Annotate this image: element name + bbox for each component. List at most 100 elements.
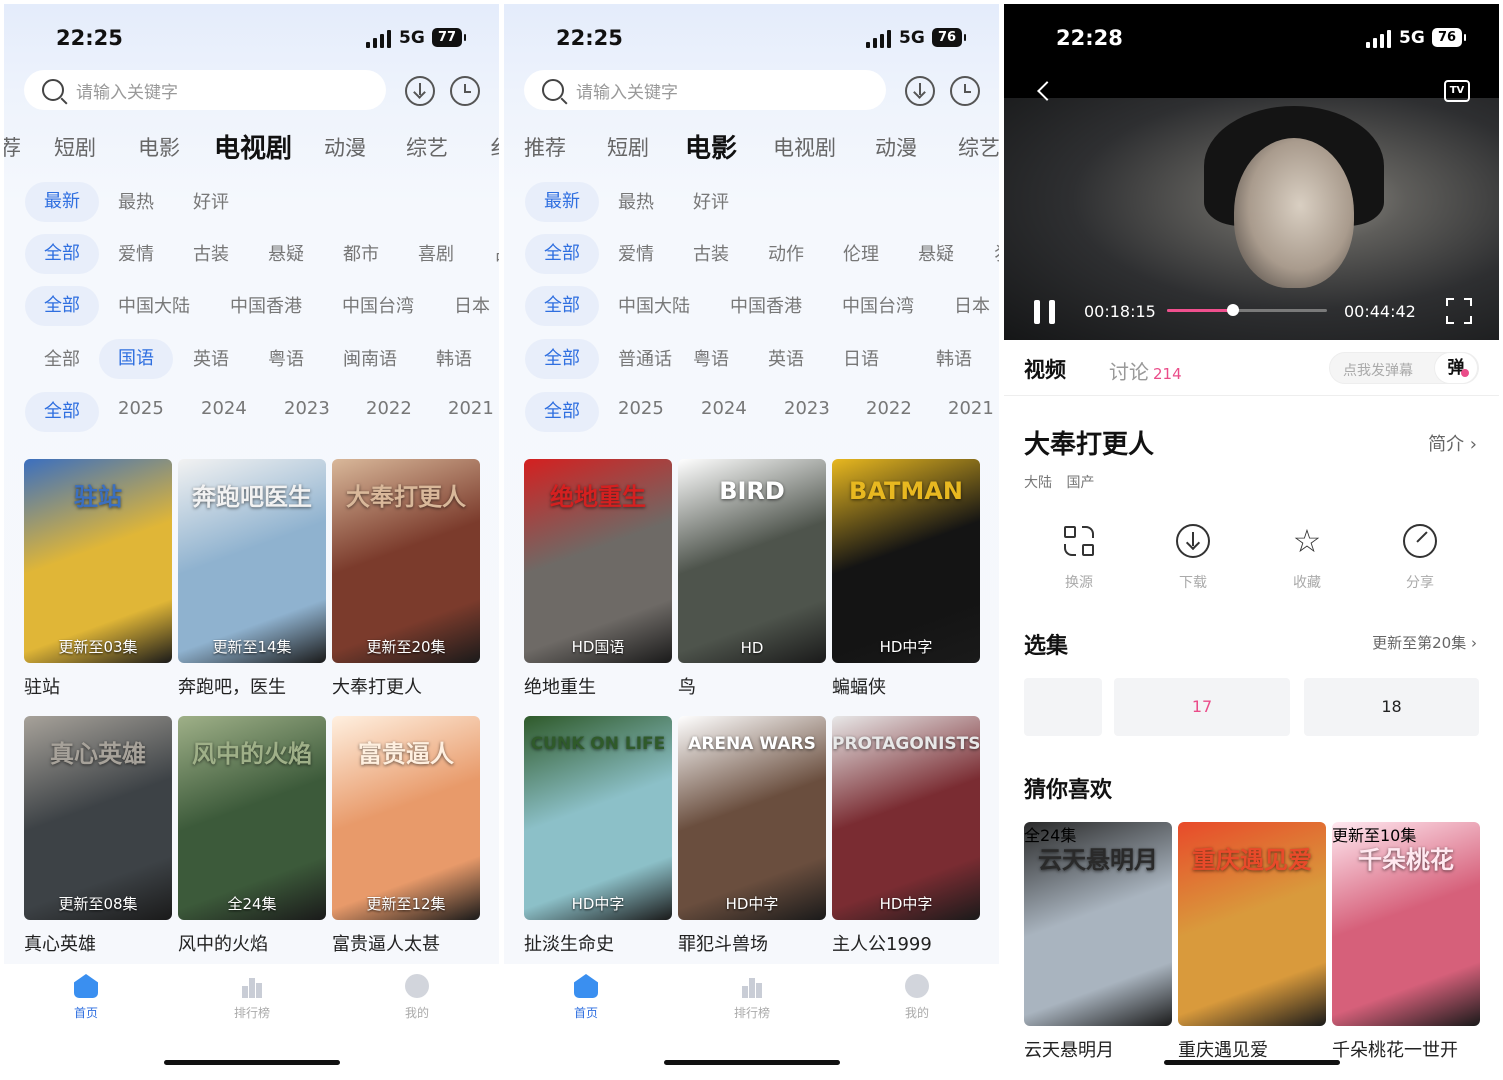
filter-chip[interactable]: 爱情 <box>618 240 654 266</box>
filter-chip[interactable]: 韩语 <box>936 345 972 371</box>
filter-chip[interactable]: 闽南语 <box>343 345 397 371</box>
tv-cast-icon[interactable]: TV <box>1444 80 1470 102</box>
filter-chip[interactable]: 中国大陆 <box>118 292 190 318</box>
media-card[interactable]: 绝地重生 HD国语 绝地重生 <box>524 459 672 699</box>
nav-item-profile[interactable]: 我的 <box>377 974 457 1021</box>
tab-video[interactable]: 视频 <box>1024 354 1066 384</box>
filter-chip[interactable]: 最热 <box>618 188 654 214</box>
filter-chip[interactable]: 中国香港 <box>230 292 302 318</box>
poster-image[interactable]: 云天悬明月 全24集 <box>1024 822 1172 1026</box>
tab-2[interactable]: 电影 <box>138 132 180 162</box>
filter-chip[interactable]: 全部 <box>525 392 599 432</box>
filter-chip[interactable]: 日本 <box>454 292 490 318</box>
favorite-button[interactable]: ☆ 收藏 <box>1272 524 1342 592</box>
filter-chip[interactable]: 全部 <box>25 286 99 326</box>
tab-4[interactable]: 动漫 <box>324 132 366 162</box>
filter-chip[interactable]: 粤语 <box>693 345 729 371</box>
tab-discuss[interactable]: 讨论 214 <box>1109 356 1182 385</box>
media-card[interactable]: 真心英雄 更新至08集 真心英雄 <box>24 716 172 956</box>
filter-chip[interactable]: 英语 <box>193 345 229 371</box>
filter-chip[interactable]: 全部 <box>525 234 599 274</box>
tab-1[interactable]: 短剧 <box>54 132 96 162</box>
poster-image[interactable]: CUNK ON LIFE HD中字 <box>524 716 672 920</box>
poster-image[interactable]: BATMAN HD中字 <box>832 459 980 663</box>
filter-chip[interactable]: 喜剧 <box>418 240 454 266</box>
search-input[interactable]: 请输入关键字 <box>524 70 886 110</box>
filter-chip[interactable]: 占 <box>494 240 499 266</box>
tab-1[interactable]: 短剧 <box>607 132 649 162</box>
poster-image[interactable]: 奔跑吧医生 更新至14集 <box>178 459 326 663</box>
history-icon[interactable] <box>950 76 980 106</box>
filter-chip[interactable]: 最新 <box>525 182 599 222</box>
tab-2[interactable]: 电影 <box>685 128 737 165</box>
poster-image[interactable]: 风中的火焰 全24集 <box>178 716 326 920</box>
filter-chip[interactable]: 全部 <box>525 286 599 326</box>
media-card[interactable]: PROTAGONISTS HD中字 主人公1999 <box>832 716 980 956</box>
download-button[interactable]: 下载 <box>1158 524 1228 592</box>
recommend-card[interactable]: 云天悬明月 全24集 云天悬明月 <box>1024 822 1172 1062</box>
poster-image[interactable]: 真心英雄 更新至08集 <box>24 716 172 920</box>
tab-5[interactable]: 综艺 <box>406 132 448 162</box>
filter-chip[interactable]: 中国台湾 <box>342 292 414 318</box>
episode-item[interactable]: 18 <box>1304 678 1479 736</box>
poster-image[interactable]: 绝地重生 HD国语 <box>524 459 672 663</box>
filter-chip[interactable]: 全部 <box>25 392 99 432</box>
media-card[interactable]: BIRD HD 鸟 <box>678 459 826 699</box>
tab-6[interactable]: 纟 <box>490 132 499 162</box>
filter-chip[interactable]: 国语 <box>99 339 173 379</box>
tab-5[interactable]: 综艺 <box>958 132 999 162</box>
filter-chip[interactable]: 犭 <box>994 240 999 266</box>
recommend-card[interactable]: 重庆遇见爱 重庆遇见爱 <box>1178 822 1326 1062</box>
pause-icon[interactable] <box>1034 300 1056 324</box>
filter-chip[interactable]: 动作 <box>768 240 804 266</box>
poster-image[interactable]: 重庆遇见爱 <box>1178 822 1326 1026</box>
filter-chip[interactable]: 粤语 <box>268 345 304 371</box>
media-card[interactable]: CUNK ON LIFE HD中字 扯淡生命史 <box>524 716 672 956</box>
filter-chip[interactable]: 2022 <box>866 398 912 419</box>
filter-chip[interactable]: 2025 <box>118 398 164 419</box>
media-card[interactable]: ARENA WARS HD中字 罪犯斗兽场 <box>678 716 826 956</box>
filter-chip[interactable]: 都市 <box>343 240 379 266</box>
tab-3[interactable]: 电视剧 <box>773 132 836 162</box>
filter-chip[interactable]: 2022 <box>366 398 412 419</box>
filter-chip[interactable]: 最新 <box>25 182 99 222</box>
filter-chip[interactable]: 全部 <box>525 339 599 379</box>
filter-chip[interactable]: 古装 <box>693 240 729 266</box>
filter-chip[interactable]: 2024 <box>201 398 247 419</box>
nav-item-home[interactable]: 首页 <box>546 974 626 1021</box>
search-input[interactable]: 请输入关键字 <box>24 70 386 110</box>
nav-item-chart[interactable]: 排行榜 <box>212 974 292 1021</box>
danmu-input[interactable]: 点我发弹幕 弹 <box>1329 352 1479 384</box>
filter-chip[interactable]: 全部 <box>25 234 99 274</box>
nav-item-chart[interactable]: 排行榜 <box>712 974 792 1021</box>
danmu-toggle-button[interactable]: 弹 <box>1434 352 1478 384</box>
filter-chip[interactable]: 2024 <box>701 398 747 419</box>
switch-source-button[interactable]: 换源 <box>1044 524 1114 592</box>
nav-item-home[interactable]: 首页 <box>46 974 126 1021</box>
filter-chip[interactable]: 日语 <box>843 345 879 371</box>
download-icon[interactable] <box>405 76 435 106</box>
poster-image[interactable]: 富贵逼人 更新至12集 <box>332 716 480 920</box>
poster-image[interactable]: PROTAGONISTS HD中字 <box>832 716 980 920</box>
filter-chip[interactable]: 伦理 <box>843 240 879 266</box>
progress-slider[interactable] <box>1167 304 1327 316</box>
tab-3[interactable]: 电视剧 <box>214 128 292 165</box>
intro-link[interactable]: 简介 › <box>1428 430 1477 456</box>
filter-chip[interactable]: 中国台湾 <box>842 292 914 318</box>
progress-knob[interactable] <box>1226 304 1239 316</box>
filter-chip[interactable]: 2023 <box>784 398 830 419</box>
share-button[interactable]: 分享 <box>1385 524 1455 592</box>
episodes-update-link[interactable]: 更新至第20集 › <box>1372 632 1477 653</box>
recommend-card[interactable]: 千朵桃花 更新至10集 千朵桃花一世开 <box>1332 822 1480 1062</box>
episode-item-current[interactable]: 17 <box>1114 678 1290 736</box>
filter-chip[interactable]: 悬疑 <box>918 240 954 266</box>
filter-chip[interactable]: 最热 <box>118 188 154 214</box>
media-card[interactable]: 驻站 更新至03集 驻站 <box>24 459 172 699</box>
video-frame[interactable] <box>1004 98 1499 340</box>
filter-chip[interactable]: 韩语 <box>436 345 472 371</box>
poster-image[interactable]: ARENA WARS HD中字 <box>678 716 826 920</box>
filter-chip[interactable]: 2021 <box>948 398 994 419</box>
filter-chip[interactable]: 2021 <box>448 398 494 419</box>
media-card[interactable]: 风中的火焰 全24集 风中的火焰 <box>178 716 326 956</box>
filter-chip[interactable]: 全部 <box>44 345 80 371</box>
